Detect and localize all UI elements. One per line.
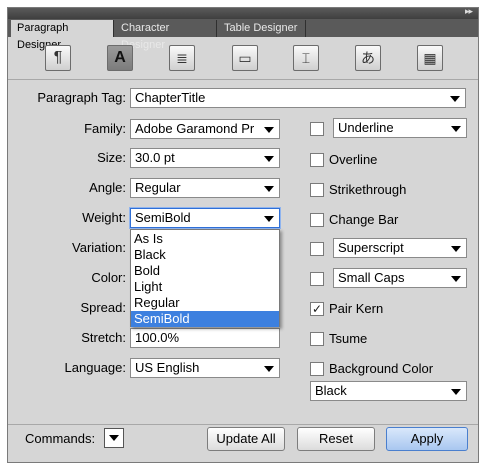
- pair-kern-checkbox[interactable]: ✓: [310, 302, 324, 316]
- tab-paragraph-designer[interactable]: Paragraph Designer: [11, 20, 114, 51]
- chevron-down-icon: [109, 435, 119, 441]
- chevron-down-icon: [264, 127, 274, 133]
- chevron-down-icon: [451, 389, 461, 395]
- small-caps-value: Small Caps: [338, 270, 405, 285]
- strikethrough-checkbox[interactable]: [310, 183, 324, 197]
- paragraph-tag-select[interactable]: ChapterTitle: [130, 88, 466, 108]
- weight-option-semibold[interactable]: SemiBold: [131, 311, 279, 327]
- collapse-panel-icon[interactable]: ▸▸: [465, 6, 473, 17]
- reset-button[interactable]: Reset: [297, 427, 375, 451]
- background-color-select[interactable]: Black: [310, 381, 467, 401]
- small-caps-select[interactable]: Small Caps: [333, 268, 467, 288]
- weight-option-as-is[interactable]: As Is: [131, 231, 279, 247]
- paragraph-tag-value: ChapterTitle: [135, 90, 206, 105]
- language-select[interactable]: US English: [130, 358, 280, 378]
- underline-value: Underline: [338, 120, 394, 135]
- background-color-checkbox[interactable]: [310, 362, 324, 376]
- tsume-checkbox[interactable]: [310, 332, 324, 346]
- strikethrough-label: Strikethrough: [329, 182, 407, 197]
- weight-dropdown-list: As Is Black Bold Light Regular SemiBold: [130, 229, 280, 327]
- text-frame-icon[interactable]: ⌶: [293, 45, 319, 71]
- character-format-icon[interactable]: A: [107, 45, 133, 71]
- overline-checkbox[interactable]: [310, 153, 324, 167]
- page-layout-icon[interactable]: ▭: [232, 45, 258, 71]
- superscript-value: Superscript: [338, 240, 404, 255]
- designer-tabs: Paragraph Designer Character Designer Ta…: [8, 19, 478, 51]
- language-value: US English: [135, 360, 200, 375]
- size-select[interactable]: 30.0 pt: [130, 148, 280, 168]
- chevron-down-icon: [264, 366, 274, 372]
- angle-value: Regular: [135, 180, 181, 195]
- underline-select[interactable]: Underline: [333, 118, 467, 138]
- paragraph-tag-label: Paragraph Tag:: [37, 90, 126, 105]
- weight-label: Weight:: [82, 210, 126, 225]
- weight-select[interactable]: SemiBold: [130, 208, 280, 228]
- variation-label: Variation:: [72, 240, 126, 255]
- chevron-down-icon: [451, 246, 461, 252]
- size-label: Size:: [97, 150, 126, 165]
- commands-label: Commands:: [25, 431, 96, 446]
- stretch-label: Stretch:: [81, 330, 126, 345]
- family-select[interactable]: Adobe Garamond Pr: [130, 119, 280, 139]
- paragraph-designer-window: ▸▸ Paragraph Designer Character Designer…: [7, 6, 479, 463]
- tab-table-designer[interactable]: Table Designer: [218, 20, 306, 37]
- panel-titlebar[interactable]: ▸▸: [8, 6, 478, 19]
- superscript-select[interactable]: Superscript: [333, 238, 467, 258]
- apply-button[interactable]: Apply: [386, 427, 468, 451]
- weight-value: SemiBold: [135, 210, 191, 225]
- commands-menu-button[interactable]: [104, 428, 124, 448]
- chevron-down-icon: [264, 156, 274, 162]
- checkmark-icon: ✓: [311, 302, 323, 316]
- change-bar-label: Change Bar: [329, 212, 399, 227]
- pair-kern-label: Pair Kern: [329, 301, 384, 316]
- language-label: Language:: [64, 360, 126, 375]
- underline-checkbox[interactable]: [310, 122, 324, 136]
- weight-option-regular[interactable]: Regular: [131, 295, 279, 311]
- chevron-down-icon: [451, 126, 461, 132]
- size-value: 30.0 pt: [135, 150, 175, 165]
- text-lines-icon[interactable]: ≣: [169, 45, 195, 71]
- angle-label: Angle:: [89, 180, 126, 195]
- superscript-checkbox[interactable]: [310, 242, 324, 256]
- background-color-label: Background Color: [329, 361, 434, 376]
- update-all-button[interactable]: Update All: [207, 427, 285, 451]
- weight-option-light[interactable]: Light: [131, 279, 279, 295]
- angle-select[interactable]: Regular: [130, 178, 280, 198]
- spread-label: Spread:: [80, 300, 126, 315]
- weight-option-bold[interactable]: Bold: [131, 263, 279, 279]
- family-label: Family:: [84, 121, 126, 136]
- change-bar-checkbox[interactable]: [310, 213, 324, 227]
- stretch-value: 100.0%: [135, 330, 180, 345]
- family-value: Adobe Garamond Pr: [135, 121, 255, 136]
- color-label: Color:: [91, 270, 126, 285]
- pilcrow-icon[interactable]: ¶: [45, 45, 71, 71]
- small-caps-checkbox[interactable]: [310, 272, 324, 286]
- overline-label: Overline: [329, 152, 378, 167]
- properties-toolbar: ¶ A ≣ ▭ ⌶ あ ▦: [8, 37, 478, 80]
- chevron-down-icon: [264, 216, 274, 222]
- chevron-down-icon: [450, 96, 460, 102]
- chevron-down-icon: [451, 276, 461, 282]
- asian-character-icon[interactable]: あ: [355, 45, 381, 71]
- tsume-label: Tsume: [329, 331, 368, 346]
- weight-option-black[interactable]: Black: [131, 247, 279, 263]
- tab-character-designer[interactable]: Character Designer: [115, 20, 217, 51]
- table-icon[interactable]: ▦: [417, 45, 443, 71]
- background-color-value: Black: [315, 383, 347, 398]
- stretch-field[interactable]: 100.0%: [130, 328, 280, 348]
- chevron-down-icon: [264, 186, 274, 192]
- footer-divider: [8, 424, 478, 425]
